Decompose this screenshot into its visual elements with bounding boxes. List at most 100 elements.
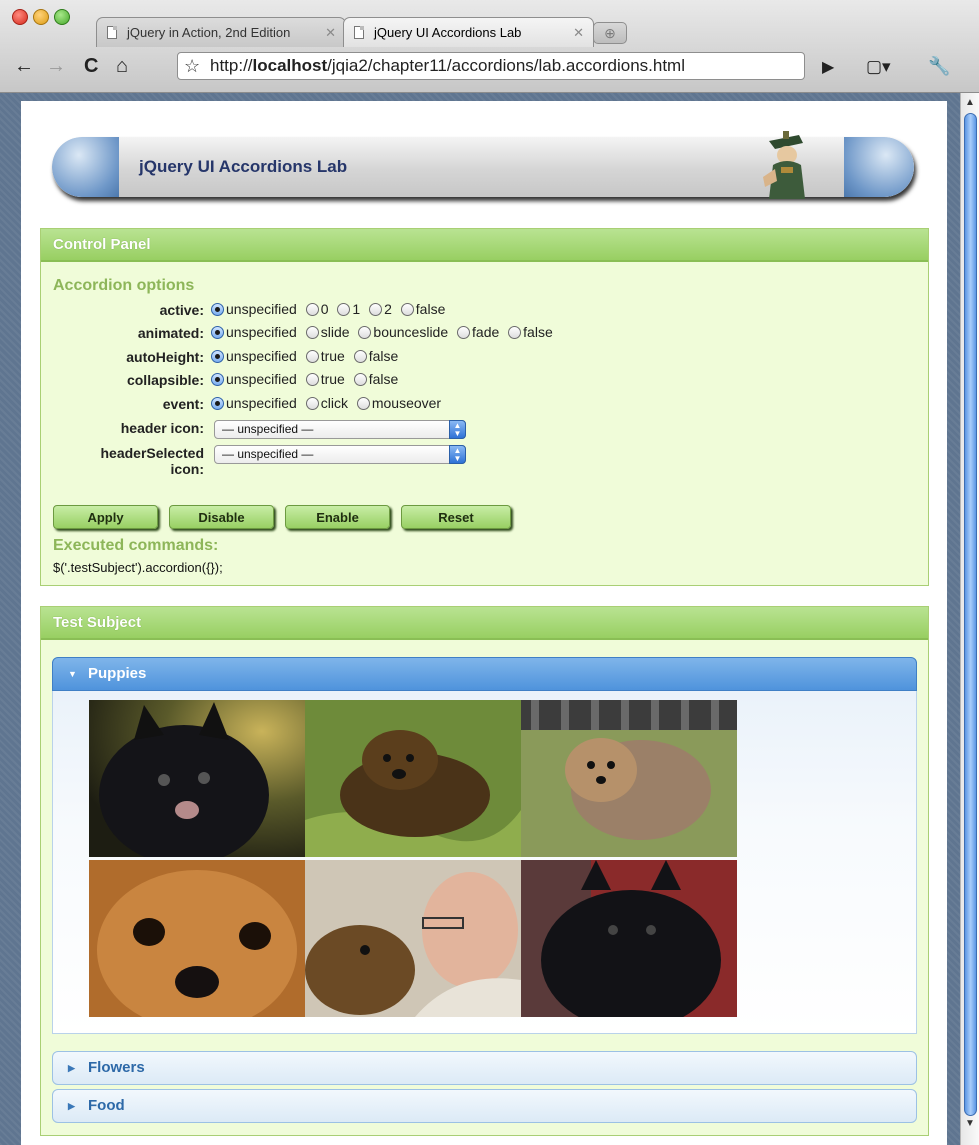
- page-icon: [107, 26, 117, 39]
- radio-event-unspecified[interactable]: [211, 396, 224, 410]
- radio-animated-false[interactable]: [508, 325, 522, 339]
- option-row-collapsible: collapsible: unspecified true false: [41, 370, 921, 392]
- radio-event-mouseover[interactable]: [356, 396, 370, 410]
- select-arrows-icon: ▲ ▼: [449, 420, 466, 439]
- mascot-logo: [763, 131, 805, 199]
- accordion-header-label: Puppies: [88, 665, 147, 682]
- radio-label: mouseover: [371, 395, 442, 412]
- close-icon[interactable]: ✕: [573, 18, 584, 47]
- back-icon[interactable]: ←: [14, 56, 34, 76]
- play-icon[interactable]: ▶: [822, 58, 834, 78]
- pomeranian-face-closeup-photo: [89, 860, 305, 1017]
- home-icon[interactable]: ⌂: [116, 56, 128, 76]
- radio-label: unspecified: [226, 371, 297, 388]
- radio-active-2[interactable]: [369, 302, 383, 316]
- radio-label: click: [320, 395, 348, 412]
- radio-event-click[interactable]: [305, 396, 319, 410]
- option-label: header icon:: [120, 420, 204, 436]
- option-label: active:: [159, 302, 204, 318]
- radio-active-false[interactable]: [400, 302, 414, 316]
- accordion-content-puppies: [52, 691, 917, 1034]
- radio-autoheight-unspecified[interactable]: [211, 349, 224, 363]
- accordion-header-flowers[interactable]: ▶ Flowers: [52, 1051, 917, 1085]
- vertical-scrollbar[interactable]: ▲ ▼: [960, 93, 979, 1145]
- man-with-pomeranian-photo: [305, 860, 521, 1017]
- close-icon[interactable]: ✕: [325, 18, 336, 47]
- forward-icon[interactable]: →: [46, 56, 66, 76]
- reload-icon[interactable]: C: [84, 56, 98, 76]
- select-value: — unspecified —: [222, 422, 314, 436]
- page-menu-icon[interactable]: ▢▾: [866, 57, 891, 77]
- url-prefix: http://: [210, 56, 253, 75]
- radio-label: unspecified: [226, 301, 297, 318]
- option-row-header-selected-icon: headerSelected icon: — unspecified — ▲ ▼: [41, 445, 921, 481]
- window-minimize-button[interactable]: [33, 9, 49, 25]
- select-arrows-icon: ▲ ▼: [449, 445, 466, 464]
- radio-animated-unspecified[interactable]: [211, 325, 224, 339]
- triangle-right-icon: ▶: [68, 1101, 75, 1111]
- option-row-autoheight: autoHeight: unspecified true false: [41, 347, 921, 369]
- option-label: event:: [162, 396, 204, 412]
- accordion-header-label: Food: [88, 1097, 125, 1114]
- reset-button[interactable]: Reset: [401, 505, 511, 529]
- option-label: collapsible:: [126, 372, 204, 388]
- new-tab-button[interactable]: ⊕: [593, 22, 627, 44]
- radio-collapsible-unspecified[interactable]: [211, 372, 224, 386]
- radio-label: 1: [352, 301, 361, 318]
- accordion-section-food: ▶ Food: [52, 1089, 917, 1123]
- black-pomeranian-photo: [89, 700, 305, 857]
- radio-autoheight-true[interactable]: [305, 349, 319, 363]
- page-icon: [354, 26, 364, 39]
- radio-animated-fade[interactable]: [457, 325, 471, 339]
- url-host: localhost: [252, 56, 328, 75]
- radio-active-0[interactable]: [305, 302, 319, 316]
- disable-button[interactable]: Disable: [169, 505, 274, 529]
- apply-button[interactable]: Apply: [53, 505, 158, 529]
- accordion-header-label: Flowers: [88, 1059, 145, 1076]
- radio-animated-slide[interactable]: [305, 325, 319, 339]
- radio-animated-bounceslide[interactable]: [358, 325, 372, 339]
- accordion-section-puppies: ▼ Puppies: [52, 657, 917, 1034]
- wrench-icon[interactable]: 🔧: [928, 56, 950, 76]
- window-close-button[interactable]: [12, 9, 28, 25]
- radio-autoheight-false[interactable]: [353, 349, 367, 363]
- tab-label: jQuery UI Accordions Lab: [374, 25, 522, 40]
- radio-label: slide: [320, 324, 350, 341]
- control-panel: Control Panel Accordion options active: …: [40, 228, 929, 586]
- radio-collapsible-false[interactable]: [353, 372, 367, 386]
- option-label: autoHeight:: [126, 349, 204, 365]
- address-bar[interactable]: ☆ http://localhost/jqia2/chapter11/accor…: [177, 52, 805, 80]
- accordion-header-puppies[interactable]: ▼ Puppies: [52, 657, 917, 691]
- page-viewport: jQuery UI Accordions Lab Control Panel A…: [0, 93, 960, 1145]
- star-icon[interactable]: ☆: [184, 53, 200, 79]
- tab-jquery-in-action[interactable]: jQuery in Action, 2nd Edition ✕: [96, 17, 346, 47]
- enable-button[interactable]: Enable: [285, 505, 390, 529]
- window-zoom-button[interactable]: [54, 9, 70, 25]
- radio-label: unspecified: [226, 324, 297, 341]
- radio-label: 2: [384, 301, 392, 318]
- executed-command-text: $('.testSubject').accordion({});: [53, 560, 223, 575]
- triangle-right-icon: ▶: [68, 1063, 75, 1073]
- tab-accordions-lab[interactable]: jQuery UI Accordions Lab ✕: [343, 17, 594, 47]
- triangle-down-icon: ▼: [68, 669, 77, 679]
- banner-left-cap: [52, 137, 119, 197]
- radio-active-1[interactable]: [337, 302, 351, 316]
- radio-label: false: [415, 301, 446, 318]
- banner-right-cap: [844, 137, 914, 197]
- scroll-up-icon[interactable]: ▲: [965, 97, 975, 108]
- page-body: jQuery UI Accordions Lab Control Panel A…: [21, 101, 947, 1145]
- radio-label: true: [320, 371, 345, 388]
- accordion-header-food[interactable]: ▶ Food: [52, 1089, 917, 1123]
- radio-collapsible-true[interactable]: [305, 372, 319, 386]
- page-title: jQuery UI Accordions Lab: [139, 157, 348, 176]
- radio-active-unspecified[interactable]: [211, 302, 224, 316]
- radio-label: false: [523, 324, 553, 341]
- url-path: /jqia2/chapter11/accordions/lab.accordio…: [327, 56, 685, 75]
- header-icon-select[interactable]: — unspecified — ▲ ▼: [214, 420, 466, 439]
- control-panel-header: Control Panel: [41, 229, 928, 262]
- label-line1: headerSelected: [100, 445, 205, 461]
- scroll-down-icon[interactable]: ▼: [965, 1118, 975, 1129]
- radio-label: unspecified: [226, 395, 297, 412]
- header-selected-icon-select[interactable]: — unspecified — ▲ ▼: [214, 445, 466, 464]
- scrollbar-thumb[interactable]: [964, 113, 977, 1116]
